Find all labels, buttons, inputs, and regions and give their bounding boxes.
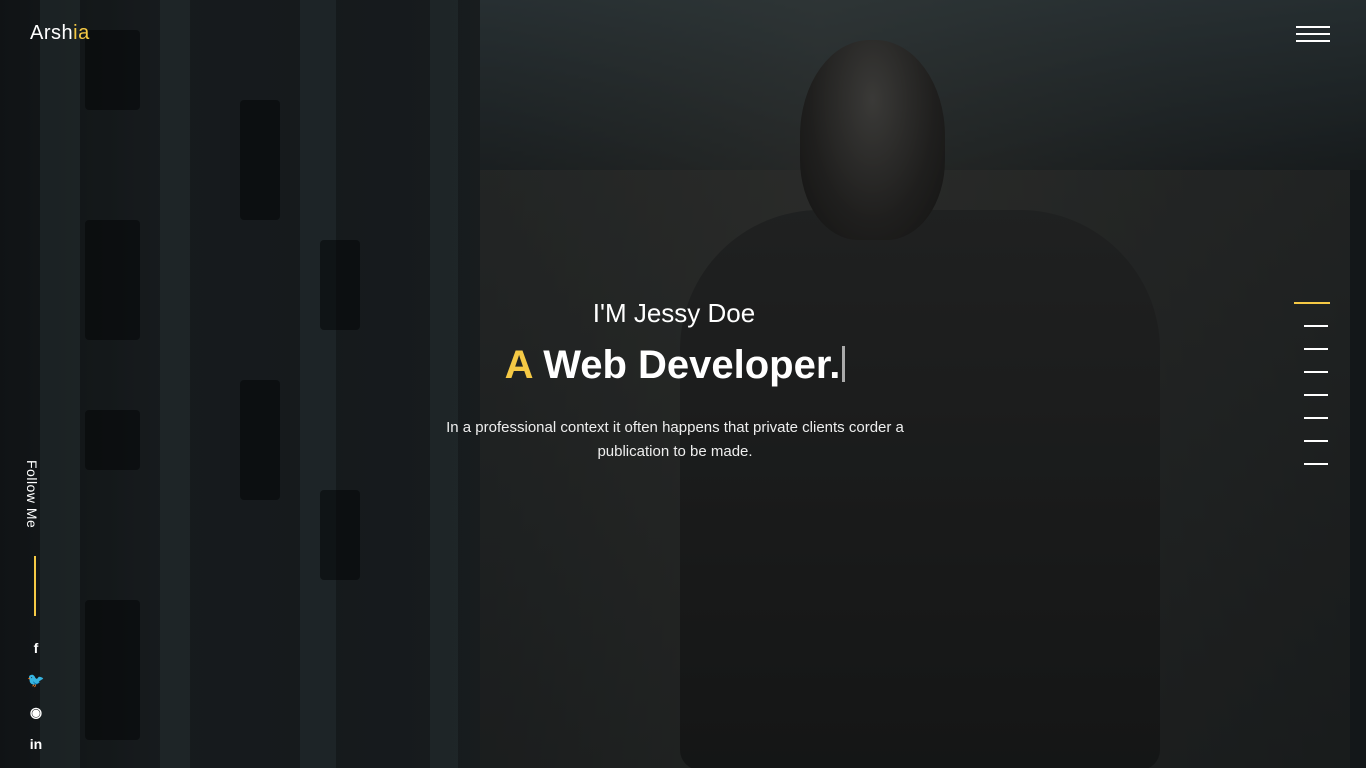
hero-role-accent: A <box>504 343 533 387</box>
github-icon[interactable]: ◉ <box>26 702 46 722</box>
section-nav-item-7[interactable] <box>1304 440 1328 442</box>
twitter-icon[interactable]: 🐦 <box>26 670 46 690</box>
hamburger-line <box>1296 40 1330 42</box>
site-logo[interactable]: Arshia <box>30 22 90 45</box>
follow-me-line <box>34 556 36 616</box>
section-nav-item-5[interactable] <box>1304 394 1328 396</box>
hero-content: I'M Jessy Doe A Web Developer. In a prof… <box>400 298 950 464</box>
section-nav-item-8[interactable] <box>1304 463 1328 465</box>
section-nav-item-2[interactable] <box>1304 325 1328 327</box>
section-nav-item-1[interactable] <box>1294 302 1330 304</box>
follow-me-label: Follow Me <box>24 460 40 529</box>
linkedin-icon[interactable]: in <box>26 734 46 754</box>
logo-text-main: Arsh <box>30 22 74 44</box>
facebook-icon[interactable]: f <box>26 638 46 658</box>
section-nav-item-3[interactable] <box>1304 348 1328 350</box>
typing-cursor <box>842 346 846 382</box>
follow-me: Follow Me <box>24 460 46 540</box>
logo-text-accent: ia <box>73 22 90 44</box>
section-nav-item-6[interactable] <box>1304 417 1328 419</box>
hamburger-line <box>1296 33 1330 35</box>
hero-description: In a professional context it often happe… <box>446 419 904 460</box>
menu-toggle-button[interactable] <box>1296 26 1332 46</box>
hero-role-text: Web Developer. <box>543 343 841 387</box>
section-nav-item-4[interactable] <box>1304 371 1328 373</box>
hero-intro: I'M Jessy Doe <box>592 298 756 328</box>
hero-role: A Web Developer. <box>400 343 950 388</box>
hamburger-line <box>1296 26 1330 28</box>
